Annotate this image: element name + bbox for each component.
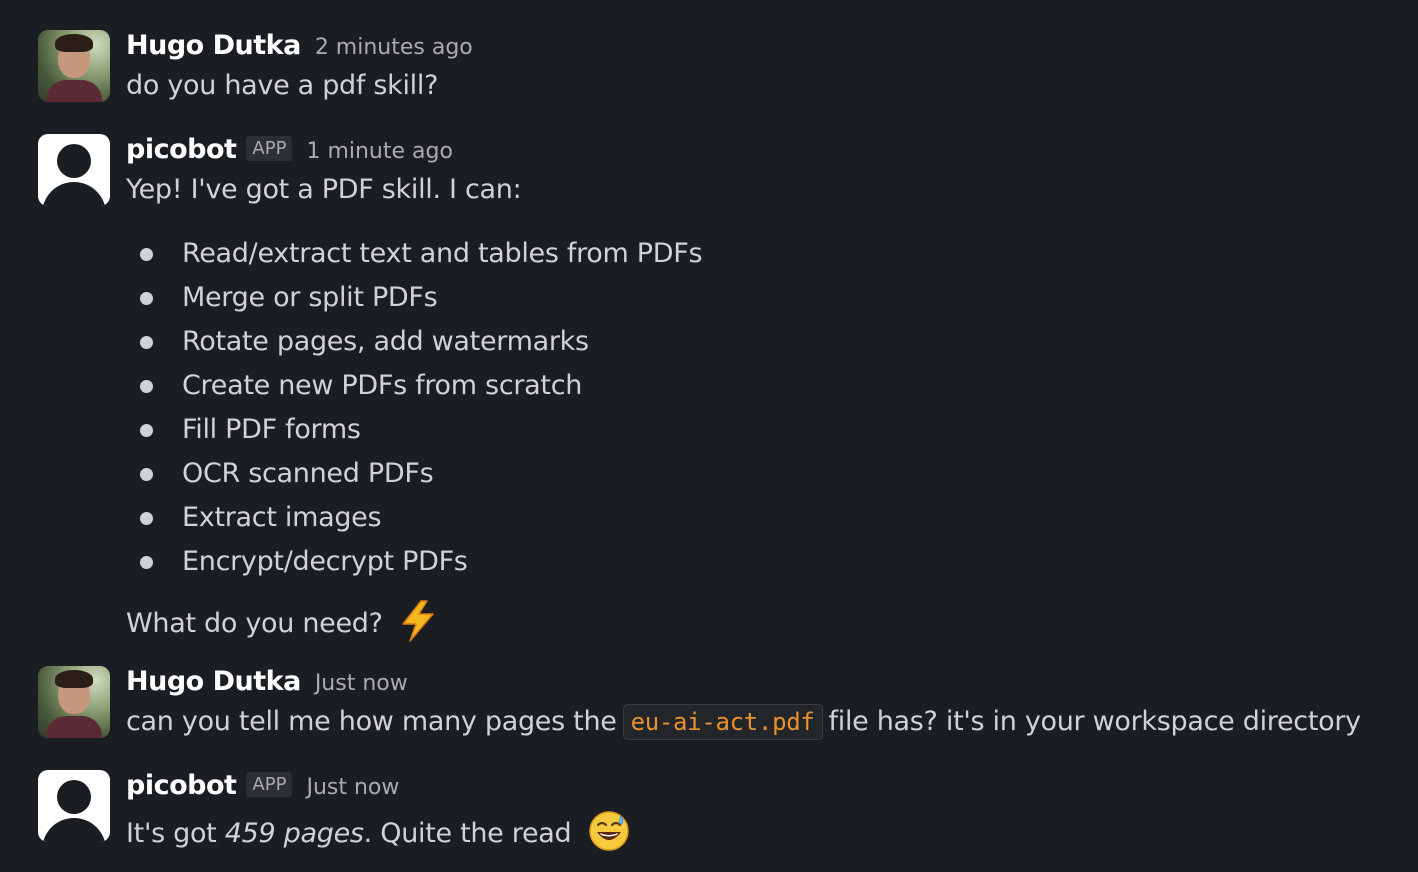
avatar[interactable] [38, 30, 110, 102]
message-text: It's got 459 pages. Quite the read [126, 810, 630, 859]
high-voltage-emoji[interactable] [399, 600, 437, 649]
bullet-icon [140, 424, 153, 437]
app-badge: APP [246, 136, 293, 161]
bullet-icon [140, 248, 153, 261]
message-text: Yep! I've got a PDF skill. I can: [126, 174, 522, 205]
author-name[interactable]: Hugo Dutka [126, 30, 301, 61]
message-text: can you tell me how many pages the eu-ai-… [126, 704, 1361, 740]
list-item: Extract images [138, 496, 702, 540]
bullet-icon [140, 512, 153, 525]
list-item: Fill PDF forms [138, 408, 702, 452]
bullet-icon [140, 468, 153, 481]
avatar[interactable] [38, 134, 110, 206]
bullet-icon [140, 336, 153, 349]
message-text: do you have a pdf skill? [126, 70, 439, 101]
timestamp[interactable]: Just now [306, 775, 399, 800]
message-header: picobot APP 1 minute ago [126, 134, 453, 168]
grinning-face-with-sweat-emoji[interactable] [588, 810, 630, 859]
author-name[interactable]: Hugo Dutka [126, 666, 301, 697]
list-item: Rotate pages, add watermarks [138, 320, 702, 364]
bullet-icon [140, 292, 153, 305]
author-name[interactable]: picobot [126, 770, 237, 801]
inline-code: eu-ai-act.pdf [622, 704, 823, 740]
emphasis-text: 459 pages [224, 818, 364, 849]
list-item: Create new PDFs from scratch [138, 364, 702, 408]
avatar[interactable] [38, 666, 110, 738]
list-item: Encrypt/decrypt PDFs [138, 540, 702, 584]
message-header: picobot APP Just now [126, 770, 399, 804]
bullet-list: Read/extract text and tables from PDFs M… [138, 232, 703, 584]
message-list: Hugo Dutka 2 minutes ago do you have a p… [0, 0, 1418, 872]
list-item: OCR scanned PDFs [138, 452, 702, 496]
author-name[interactable]: picobot [126, 134, 237, 165]
message-header: Hugo Dutka Just now [126, 666, 408, 700]
message-text: What do you need? [126, 600, 437, 649]
message-header: Hugo Dutka 2 minutes ago [126, 30, 473, 64]
avatar[interactable] [38, 770, 110, 842]
timestamp[interactable]: 2 minutes ago [315, 35, 473, 60]
list-item: Read/extract text and tables from PDFs [138, 232, 703, 276]
app-badge: APP [246, 772, 293, 797]
bullet-icon [140, 380, 153, 393]
timestamp[interactable]: 1 minute ago [306, 139, 452, 164]
timestamp[interactable]: Just now [315, 671, 408, 696]
list-item: Merge or split PDFs [138, 276, 702, 320]
bullet-icon [140, 556, 153, 569]
